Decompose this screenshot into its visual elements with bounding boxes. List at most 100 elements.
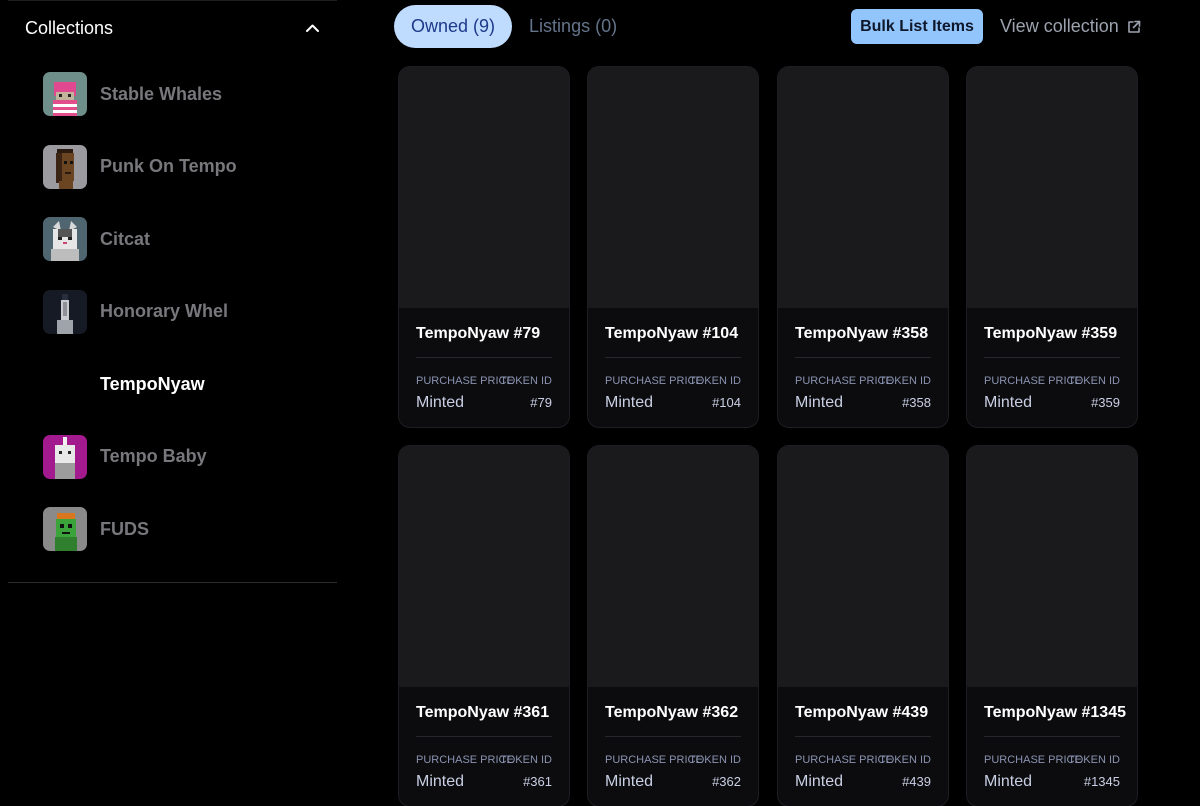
- token-id-label: TOKEN ID: [500, 754, 552, 766]
- token-id-label: TOKEN ID: [1068, 754, 1120, 766]
- sidebar: Collections Stable Whales Punk On Tempo …: [0, 0, 346, 806]
- purchase-price-label: PURCHASE PRICE: [984, 375, 1082, 387]
- token-id-label: TOKEN ID: [879, 754, 931, 766]
- nft-card[interactable]: TempoNyaw #1345 PURCHASE PRICE TOKEN ID …: [966, 445, 1138, 806]
- token-id-label: TOKEN ID: [689, 375, 741, 387]
- token-id-label: TOKEN ID: [879, 375, 931, 387]
- card-divider: [605, 736, 741, 737]
- citcat-avatar: [43, 217, 87, 262]
- stable-whales-avatar: [43, 72, 87, 117]
- token-id-value: #439: [902, 774, 931, 789]
- collection-item-punk-on-tempo[interactable]: Punk On Tempo: [8, 131, 337, 204]
- chevron-up-icon[interactable]: [305, 21, 319, 35]
- view-collection-label: View collection: [1000, 16, 1119, 36]
- card-divider: [795, 357, 931, 358]
- collection-item-citcat[interactable]: Citcat: [8, 203, 337, 276]
- tab-owned[interactable]: Owned (9): [394, 5, 513, 48]
- nft-image-placeholder: [778, 67, 948, 308]
- nft-image-placeholder: [967, 67, 1137, 308]
- nft-name: TempoNyaw #1345: [984, 704, 1126, 721]
- collection-item-stable-whales[interactable]: Stable Whales: [8, 58, 337, 131]
- honorary-whel-avatar: [43, 289, 87, 334]
- collection-item-temponyaw[interactable]: TempoNyaw: [8, 348, 337, 421]
- nft-name: TempoNyaw #359: [984, 325, 1118, 342]
- purchase-price-label: PURCHASE PRICE: [416, 754, 514, 766]
- card-divider: [795, 736, 931, 737]
- card-divider: [984, 736, 1120, 737]
- token-id-value: #361: [523, 774, 552, 789]
- collection-name: TempoNyaw: [100, 373, 205, 394]
- nft-name: TempoNyaw #104: [605, 325, 739, 342]
- token-id-label: TOKEN ID: [500, 375, 552, 387]
- nft-card[interactable]: TempoNyaw #359 PURCHASE PRICE TOKEN ID M…: [966, 66, 1138, 428]
- item-tabs: Owned (9) Listings (0): [394, 5, 634, 48]
- nft-card[interactable]: TempoNyaw #362 PURCHASE PRICE TOKEN ID M…: [587, 445, 759, 806]
- nft-card-body: TempoNyaw #358 PURCHASE PRICE TOKEN ID M…: [778, 308, 948, 427]
- purchase-price-label: PURCHASE PRICE: [795, 754, 893, 766]
- nft-card[interactable]: TempoNyaw #358 PURCHASE PRICE TOKEN ID M…: [777, 66, 949, 428]
- collection-name: Tempo Baby: [100, 446, 207, 467]
- app-root: Collections Stable Whales Punk On Tempo …: [0, 0, 1200, 806]
- nft-card[interactable]: TempoNyaw #104 PURCHASE PRICE TOKEN ID M…: [587, 66, 759, 428]
- collection-item-honorary-whel[interactable]: Honorary Whel: [8, 276, 337, 349]
- token-id-value: #358: [902, 395, 931, 410]
- nft-card-body: TempoNyaw #361 PURCHASE PRICE TOKEN ID M…: [399, 687, 569, 806]
- nft-card-body: TempoNyaw #359 PURCHASE PRICE TOKEN ID M…: [967, 308, 1137, 427]
- nft-image-placeholder: [588, 446, 758, 687]
- token-id-value: #359: [1091, 395, 1120, 410]
- nft-name: TempoNyaw #358: [795, 325, 929, 342]
- bulk-list-items-button[interactable]: Bulk List Items: [851, 9, 983, 44]
- purchase-price-value: Minted: [795, 394, 844, 411]
- sidebar-bottom-divider: [8, 582, 337, 583]
- nft-card[interactable]: TempoNyaw #361 PURCHASE PRICE TOKEN ID M…: [398, 445, 570, 806]
- card-divider: [984, 357, 1120, 358]
- card-divider: [416, 357, 552, 358]
- nft-card[interactable]: TempoNyaw #79 PURCHASE PRICE TOKEN ID Mi…: [398, 66, 570, 428]
- tab-listings[interactable]: Listings (0): [512, 5, 634, 48]
- nft-name: TempoNyaw #79: [416, 325, 541, 342]
- nft-image-placeholder: [778, 446, 948, 687]
- purchase-price-value: Minted: [795, 773, 844, 790]
- card-divider: [416, 736, 552, 737]
- collection-item-fuds[interactable]: FUDS: [8, 493, 337, 566]
- nft-image-placeholder: [399, 446, 569, 687]
- view-collection-link[interactable]: View collection: [1000, 9, 1141, 44]
- purchase-price-label: PURCHASE PRICE: [984, 754, 1082, 766]
- nft-card-body: TempoNyaw #439 PURCHASE PRICE TOKEN ID M…: [778, 687, 948, 806]
- nft-card-body: TempoNyaw #104 PURCHASE PRICE TOKEN ID M…: [588, 308, 758, 427]
- collection-name: FUDS: [100, 518, 149, 539]
- purchase-price-label: PURCHASE PRICE: [605, 375, 703, 387]
- collections-title: Collections: [25, 17, 114, 38]
- purchase-price-value: Minted: [605, 773, 654, 790]
- nft-card[interactable]: TempoNyaw #439 PURCHASE PRICE TOKEN ID M…: [777, 445, 949, 806]
- nft-image-placeholder: [967, 446, 1137, 687]
- token-id-label: TOKEN ID: [689, 754, 741, 766]
- nft-name: TempoNyaw #362: [605, 704, 739, 721]
- punk-on-tempo-avatar: [43, 144, 87, 189]
- purchase-price-label: PURCHASE PRICE: [795, 375, 893, 387]
- collection-name: Citcat: [100, 228, 151, 249]
- collection-name: Punk On Tempo: [100, 156, 237, 177]
- collections-header[interactable]: Collections: [8, 8, 337, 48]
- fuds-avatar: [43, 507, 87, 552]
- token-id-label: TOKEN ID: [1068, 375, 1120, 387]
- temponyaw-avatar: [43, 362, 87, 406]
- nft-card-body: TempoNyaw #1345 PURCHASE PRICE TOKEN ID …: [967, 687, 1137, 806]
- nft-card-body: TempoNyaw #362 PURCHASE PRICE TOKEN ID M…: [588, 687, 758, 806]
- collection-item-tempo-baby[interactable]: Tempo Baby: [8, 421, 337, 494]
- purchase-price-value: Minted: [416, 394, 465, 411]
- collection-name: Honorary Whel: [100, 301, 229, 322]
- purchase-price-value: Minted: [984, 773, 1033, 790]
- purchase-price-label: PURCHASE PRICE: [416, 375, 514, 387]
- token-id-value: #362: [712, 774, 741, 789]
- token-id-value: #1345: [1083, 774, 1120, 789]
- nft-card-body: TempoNyaw #79 PURCHASE PRICE TOKEN ID Mi…: [399, 308, 569, 427]
- purchase-price-value: Minted: [416, 773, 465, 790]
- nft-image-placeholder: [588, 67, 758, 308]
- token-id-value: #79: [530, 395, 552, 410]
- purchase-price-value: Minted: [984, 394, 1033, 411]
- nft-name: TempoNyaw #361: [416, 704, 550, 721]
- collection-name: Stable Whales: [100, 83, 223, 104]
- nft-name: TempoNyaw #439: [795, 704, 929, 721]
- sidebar-top-divider: [8, 0, 337, 1]
